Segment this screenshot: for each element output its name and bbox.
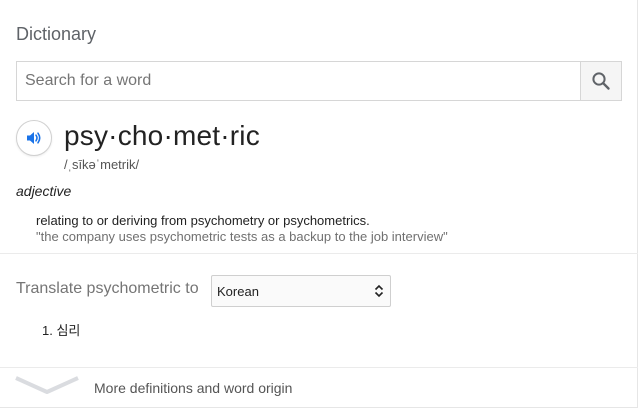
phonetic-spelling: /ˌsīkəˈmetrik/ (64, 157, 140, 172)
selected-language: Korean (217, 283, 259, 299)
select-arrows-icon (374, 284, 384, 298)
card-title: Dictionary (16, 24, 97, 44)
more-definitions-toggle[interactable]: More definitions and word origin (0, 368, 638, 408)
list-item-number: 1. (42, 323, 57, 338)
dictionary-card: Dictionary psy·cho·met·ric /ˌsīkəˈmetrik… (0, 0, 638, 408)
example-sentence: "the company uses psychometric tests as … (36, 229, 448, 244)
language-select[interactable]: Korean (211, 275, 391, 307)
search-input[interactable] (17, 62, 580, 100)
definition-text: relating to or deriving from psychometry… (36, 213, 370, 228)
speaker-icon (27, 132, 41, 144)
search-button[interactable] (580, 62, 621, 100)
section-divider (0, 253, 638, 254)
translation-text: 심리 (56, 323, 81, 338)
chevron-down-icon (15, 376, 79, 394)
translate-label: Translate psychometric to (16, 280, 199, 297)
pronunciation-audio-button[interactable] (16, 120, 52, 156)
more-definitions-label: More definitions and word origin (94, 380, 293, 396)
headword: psy·cho·met·ric (64, 120, 260, 151)
translation-results: 1. 심리 (42, 320, 80, 339)
part-of-speech: adjective (16, 183, 72, 199)
list-item: 1. 심리 (42, 320, 80, 339)
search-box (16, 61, 622, 101)
search-icon (592, 72, 610, 90)
